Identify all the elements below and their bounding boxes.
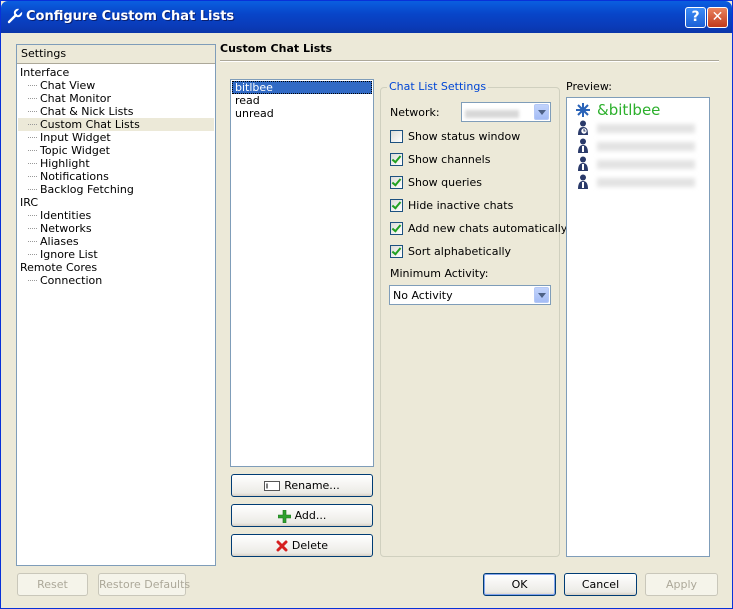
preview-query-row[interactable] xyxy=(577,156,707,173)
tree-item-chat-monitor[interactable]: Chat Monitor xyxy=(27,92,111,105)
checkbox-label: Show queries xyxy=(408,176,482,189)
chevron-down-icon xyxy=(534,287,549,303)
redacted-name xyxy=(597,160,695,169)
page-title: Custom Chat Lists xyxy=(220,42,333,55)
add-label: Add... xyxy=(294,509,327,522)
close-button[interactable]: ✕ xyxy=(707,7,728,28)
checkbox-box xyxy=(390,153,403,166)
minimum-activity-value: No Activity xyxy=(393,289,453,302)
reset-button[interactable]: Reset xyxy=(17,573,88,596)
ok-button[interactable]: OK xyxy=(483,573,556,596)
list-item[interactable]: read xyxy=(232,94,372,107)
chat-lists-listbox[interactable]: bitlbee read unread xyxy=(230,79,374,467)
network-icon xyxy=(576,103,590,117)
checkbox-label: Add new chats automatically xyxy=(408,222,568,235)
redacted-name xyxy=(597,142,695,151)
checkbox-label: Sort alphabetically xyxy=(408,245,512,258)
chevron-down-icon xyxy=(534,104,549,120)
tree-item-highlight[interactable]: Highlight xyxy=(28,157,90,170)
settings-tree-header: Settings xyxy=(17,45,215,64)
away-person-icon xyxy=(578,120,588,135)
tree-item-input-widget[interactable]: Input Widget xyxy=(28,131,111,144)
list-item[interactable]: bitlbee xyxy=(232,81,372,94)
checkbox-box xyxy=(390,245,403,258)
preview-query-row[interactable] xyxy=(577,120,707,137)
checkbox-label: Show status window xyxy=(408,130,521,143)
redacted-name xyxy=(597,178,695,187)
preview-title: Preview: xyxy=(566,80,612,93)
network-value-redacted xyxy=(465,106,519,119)
dialog-window: Configure Custom Chat Lists ? ✕ Settings… xyxy=(0,0,733,609)
network-label: Network: xyxy=(390,106,440,119)
apply-button[interactable]: Apply xyxy=(645,573,718,596)
rename-icon xyxy=(264,481,281,491)
settings-tree[interactable]: Settings Interface Chat View Chat Monito… xyxy=(16,44,216,566)
chat-list-settings-title: Chat List Settings xyxy=(387,80,489,93)
delete-label: Delete xyxy=(291,539,329,552)
restore-defaults-button[interactable]: Restore Defaults xyxy=(98,573,190,596)
window-title: Configure Custom Chat Lists xyxy=(26,9,235,24)
tree-group-remote-cores[interactable]: Remote Cores xyxy=(20,261,97,274)
preview-query-row[interactable] xyxy=(577,138,707,155)
tree-item-connection[interactable]: Connection xyxy=(27,274,102,287)
list-item[interactable]: unread xyxy=(232,107,372,120)
checkbox-label: Hide inactive chats xyxy=(408,199,514,212)
checkbox-box xyxy=(390,199,403,212)
minimum-activity-label: Minimum Activity: xyxy=(390,267,489,280)
delete-button[interactable]: Delete xyxy=(231,534,373,557)
tree-item-custom-chat-lists[interactable]: Custom Chat Lists xyxy=(28,118,140,131)
checkbox-box xyxy=(390,130,403,143)
wrench-icon xyxy=(7,8,23,24)
tree-group-irc[interactable]: IRC xyxy=(20,196,38,209)
checkbox-box xyxy=(390,222,403,235)
help-button[interactable]: ? xyxy=(685,7,706,28)
add-button[interactable]: Add... xyxy=(231,504,373,527)
preview-tree[interactable]: &bitlbee xyxy=(566,97,710,557)
tree-item-backlog-fetching[interactable]: Backlog Fetching xyxy=(28,183,134,196)
tree-item-ignore-list[interactable]: Ignore List xyxy=(28,248,98,261)
rename-button[interactable]: Rename... xyxy=(231,474,373,497)
tree-item-identities[interactable]: Identities xyxy=(27,209,91,222)
tree-group-interface[interactable]: Interface xyxy=(20,66,69,79)
plus-icon xyxy=(277,509,291,523)
tree-item-networks[interactable]: Networks xyxy=(28,222,92,235)
tree-item-aliases[interactable]: Aliases xyxy=(28,235,79,248)
preview-query-row[interactable] xyxy=(577,174,707,191)
title-divider xyxy=(220,60,719,62)
rename-label: Rename... xyxy=(284,479,340,492)
preview-network-name: &bitlbee xyxy=(597,101,661,119)
person-icon xyxy=(578,138,588,153)
title-bar[interactable]: Configure Custom Chat Lists ? ✕ xyxy=(1,1,732,33)
network-select[interactable] xyxy=(461,102,551,122)
tree-item-topic-widget[interactable]: Topic Widget xyxy=(28,144,110,157)
checkbox-box xyxy=(390,176,403,189)
tree-item-chat-nick-lists[interactable]: Chat & Nick Lists xyxy=(27,105,133,118)
checkbox-label: Show channels xyxy=(408,153,491,166)
person-icon xyxy=(578,156,588,171)
cancel-button[interactable]: Cancel xyxy=(564,573,637,596)
person-icon xyxy=(578,174,588,189)
tree-item-chat-view[interactable]: Chat View xyxy=(27,79,95,92)
minimum-activity-select[interactable]: No Activity xyxy=(389,285,551,305)
delete-x-icon xyxy=(276,540,288,552)
tree-item-notifications[interactable]: Notifications xyxy=(28,170,109,183)
redacted-name xyxy=(597,124,695,133)
